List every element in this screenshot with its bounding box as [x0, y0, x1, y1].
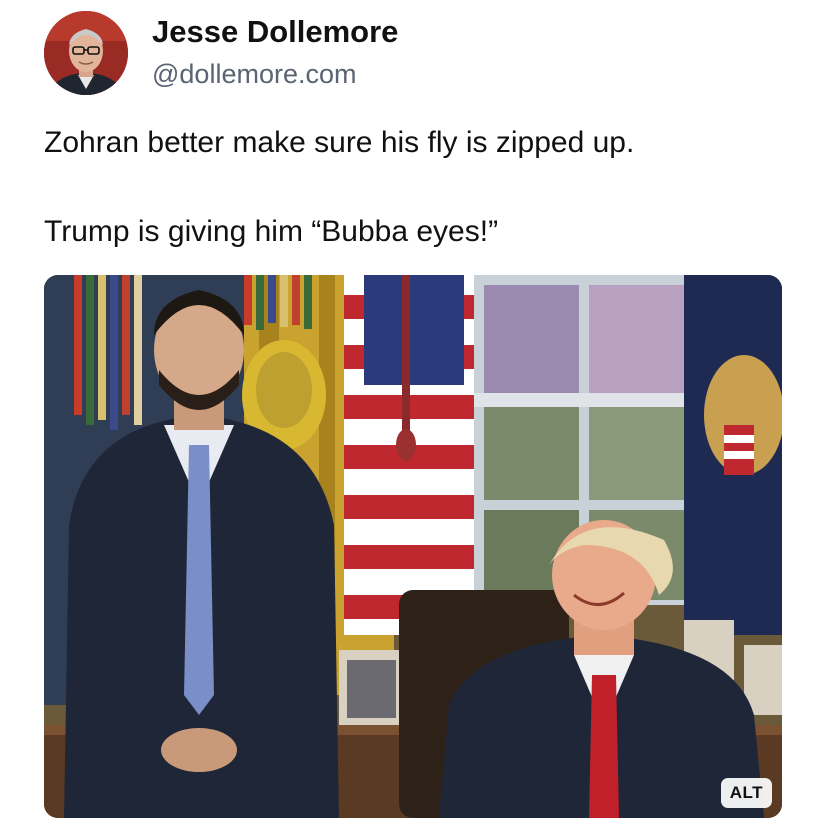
oval-office-photo [44, 275, 782, 818]
author-handle[interactable]: @dollemore.com [152, 59, 356, 90]
post-text: Zohran better make sure his fly is zippe… [44, 120, 804, 255]
presidential-flag [684, 275, 782, 635]
post-text-line-1: Zohran better make sure his fly is zippe… [44, 126, 635, 159]
us-flag [344, 275, 479, 635]
post-image[interactable]: ALT [44, 275, 782, 818]
author-name[interactable]: Jesse Dollemore [152, 14, 398, 50]
post-text-line-2: Trump is giving him “Bubba eyes!” [44, 215, 499, 248]
alt-text-button[interactable]: ALT [720, 778, 772, 808]
avatar-image [44, 11, 128, 95]
post: Jesse Dollemore @dollemore.com Zohran be… [0, 0, 828, 826]
author-avatar[interactable] [44, 11, 128, 95]
